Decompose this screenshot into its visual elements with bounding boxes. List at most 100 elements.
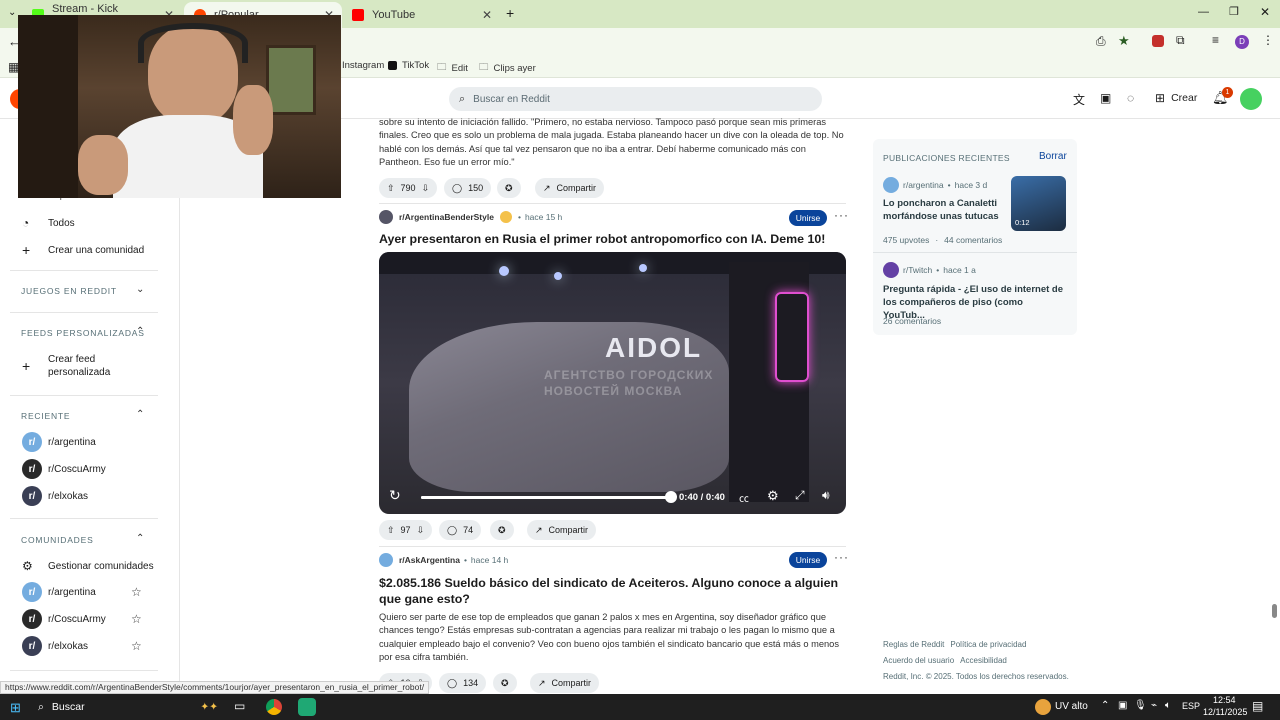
translate-icon[interactable]: 文: [1073, 91, 1085, 108]
comments-button[interactable]: ◯ 134: [439, 673, 487, 693]
sidebar-item-community-coscuarmy[interactable]: r/r/CoscuArmy: [22, 609, 106, 629]
share-button[interactable]: ↗ Compartir: [527, 520, 597, 540]
section-games[interactable]: JUEGOS EN REDDIT: [21, 286, 117, 296]
create-post-button[interactable]: ⊞ Crear: [1155, 91, 1197, 105]
upvote-icon[interactable]: ⇧: [387, 525, 395, 536]
join-button[interactable]: Unirse: [789, 210, 827, 226]
user-agreement-link[interactable]: Acuerdo del usuario: [883, 656, 954, 665]
post-title[interactable]: $2.085.186 Sueldo básico del sindicato d…: [379, 575, 849, 607]
sidebar-item-recent-argentina[interactable]: r/r/argentina: [22, 432, 96, 452]
settings-gear-icon[interactable]: ⚙: [767, 488, 779, 504]
microphone-icon[interactable]: 🎙︎: [1134, 700, 1147, 711]
comments-button[interactable]: ◯ 74: [439, 520, 482, 540]
favorite-star-icon[interactable]: ☆: [131, 639, 142, 653]
video-progress-track[interactable]: [421, 496, 671, 499]
section-custom-feeds[interactable]: FEEDS PERSONALIZADAS: [21, 328, 145, 338]
favorite-star-icon[interactable]: ☆: [131, 612, 142, 626]
chrome-taskbar-icon[interactable]: [266, 699, 282, 715]
clear-button[interactable]: Borrar: [1039, 151, 1067, 162]
video-scrubber-handle[interactable]: [665, 491, 677, 503]
page-scrollbar-thumb[interactable]: [1272, 604, 1277, 618]
downvote-icon[interactable]: ⇩: [422, 183, 430, 194]
join-button[interactable]: Unirse: [789, 552, 827, 568]
notifications-icon[interactable]: ▤: [1252, 699, 1263, 713]
subreddit-link[interactable]: r/ArgentinaBenderStyle: [399, 212, 494, 222]
award-button[interactable]: ✪: [497, 178, 521, 198]
new-tab-button[interactable]: +: [506, 5, 514, 21]
sidebar-item-recent-elxokas[interactable]: r/r/elxokas: [22, 486, 88, 506]
captions-icon[interactable]: ㏄: [739, 490, 749, 505]
clock-date[interactable]: 12/11/2025: [1203, 707, 1247, 717]
post-title[interactable]: Ayer presentaron en Rusia el primer robo…: [379, 232, 849, 246]
sidebar-item-all[interactable]: ◔ Todos: [22, 216, 75, 230]
bookmark-star-icon[interactable]: ★: [1118, 33, 1130, 49]
windows-start-icon[interactable]: ⊞: [10, 700, 21, 716]
divider: [10, 270, 158, 271]
privacy-link[interactable]: Política de privacidad: [950, 640, 1026, 649]
accessibility-link[interactable]: Accesibilidad: [960, 656, 1007, 665]
sidebar-item-community-argentina[interactable]: r/r/argentina: [22, 582, 96, 602]
user-avatar[interactable]: [1240, 88, 1262, 110]
recent-sub[interactable]: r/argentina: [903, 180, 944, 190]
share-button[interactable]: ↗ Compartir: [535, 178, 605, 198]
rules-link[interactable]: Reglas de Reddit: [883, 640, 944, 649]
sidebar-item-community-elxokas[interactable]: r/r/elxokas: [22, 636, 88, 656]
upvote-icon[interactable]: ⇧: [387, 183, 395, 194]
search-input[interactable]: ⌕ Buscar en Reddit: [449, 87, 822, 111]
tab-list-chevron-icon[interactable]: ⌄: [8, 7, 16, 18]
section-communities[interactable]: COMUNIDADES: [21, 535, 94, 545]
speaker-icon[interactable]: 🔈︎: [1165, 700, 1171, 711]
profile-avatar-icon[interactable]: D: [1235, 35, 1249, 49]
chevron-up-icon[interactable]: ⌃: [136, 533, 144, 544]
volume-icon[interactable]: 🔊︎: [822, 488, 830, 503]
sidebar-item-create-feed[interactable]: + Crear feed personalizada: [22, 353, 142, 379]
network-icon[interactable]: ⌁: [1151, 700, 1157, 711]
close-window-icon[interactable]: ✕: [1260, 5, 1270, 19]
downvote-icon[interactable]: ⇩: [417, 525, 425, 536]
extension-icon[interactable]: [1152, 35, 1164, 47]
favorite-star-icon[interactable]: ☆: [131, 585, 142, 599]
video-player[interactable]: AIDOL АГЕНТСТВО ГОРОДСКИХ НОВОСТЕЙ МОСКВ…: [379, 252, 846, 514]
install-app-icon[interactable]: ⎙: [1096, 34, 1106, 49]
chevron-up-icon[interactable]: ⌃: [136, 409, 144, 420]
weather-label[interactable]: UV alto: [1055, 701, 1088, 712]
award-button[interactable]: ✪: [493, 673, 517, 693]
tray-icon[interactable]: ▣: [1118, 700, 1127, 711]
recent-sub[interactable]: r/Twitch: [903, 265, 932, 275]
bookmark-clips[interactable]: 🗀 Clips ayer: [479, 60, 536, 76]
task-view-icon[interactable]: ▭: [234, 699, 245, 713]
tab-youtube[interactable]: YouTube ✕: [342, 2, 500, 28]
menu-kebab-icon[interactable]: ⋮: [1262, 33, 1274, 47]
comments-button[interactable]: ◯ 150: [444, 178, 492, 198]
extensions-puzzle-icon[interactable]: ⧉: [1176, 33, 1185, 48]
sidebar-item-manage-communities[interactable]: ⚙ Gestionar comunidades: [22, 559, 154, 573]
more-options-icon[interactable]: ···: [834, 550, 849, 564]
taskbar-search[interactable]: ⌕ Buscar ✦✦: [38, 694, 218, 720]
language-indicator[interactable]: ESP: [1182, 701, 1200, 711]
bookmark-instagram[interactable]: Instagram: [342, 60, 384, 71]
section-recent[interactable]: RECIENTE: [21, 411, 70, 421]
chevron-up-icon[interactable]: ⌃: [136, 326, 144, 337]
minimize-icon[interactable]: —: [1198, 6, 1209, 18]
subreddit-link[interactable]: r/AskArgentina: [399, 555, 460, 565]
app-taskbar-icon[interactable]: [298, 698, 316, 716]
recent-post-title[interactable]: Lo poncharon a Canaletti morfándose unas…: [883, 197, 1001, 223]
chevron-down-icon[interactable]: ⌄: [136, 284, 144, 295]
maximize-icon[interactable]: ❐: [1229, 5, 1239, 18]
share-button[interactable]: ↗ Compartir: [530, 673, 600, 693]
clock-time[interactable]: 12:54: [1213, 695, 1236, 705]
replay-icon[interactable]: ↻: [389, 487, 401, 504]
award-button[interactable]: ✪: [490, 520, 514, 540]
close-tab-icon[interactable]: ✕: [482, 8, 492, 22]
recent-thumbnail[interactable]: 0:12: [1011, 176, 1066, 231]
advertise-icon[interactable]: ▣: [1100, 91, 1111, 105]
tray-chevron-icon[interactable]: ⌃: [1101, 700, 1109, 711]
chat-icon[interactable]: ◌: [1127, 91, 1134, 105]
more-options-icon[interactable]: ···: [834, 208, 849, 222]
sidebar-item-recent-coscuarmy[interactable]: r/r/CoscuArmy: [22, 459, 106, 479]
media-controls-icon[interactable]: ≡: [1212, 33, 1219, 47]
fullscreen-icon[interactable]: ⤢: [795, 488, 805, 503]
bookmark-tiktok[interactable]: TikTok: [388, 60, 429, 71]
sidebar-item-create-community[interactable]: + Crear una comunidad: [22, 242, 144, 258]
bookmark-edit[interactable]: 🗀 Edit: [437, 60, 468, 76]
